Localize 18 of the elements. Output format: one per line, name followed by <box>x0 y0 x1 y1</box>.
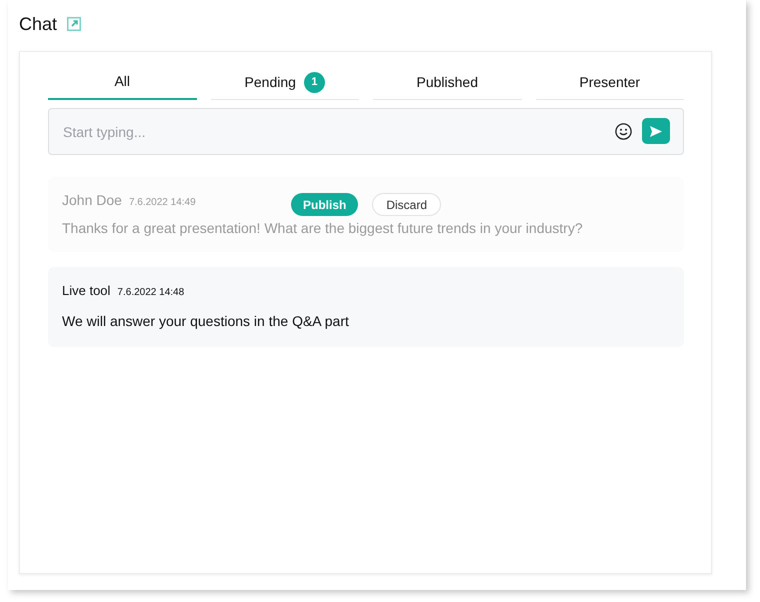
author-name: John Doe <box>62 191 122 210</box>
send-icon <box>650 126 662 136</box>
message-text: We will answer your questions in the Q&A part <box>62 312 350 331</box>
message-time: 7.6.2022 14:48 <box>117 286 184 300</box>
emoji-icon[interactable] <box>615 122 632 140</box>
tab[interactable]: Published <box>373 71 522 100</box>
tab[interactable]: Presenter <box>536 71 684 100</box>
discard-button[interactable]: Discard <box>372 193 442 216</box>
message-time: 7.6.2022 14:49 <box>128 196 196 210</box>
tab[interactable]: Pending 1 <box>210 71 359 100</box>
tab[interactable]: All <box>48 71 196 100</box>
message-input[interactable]: Start typing... <box>48 108 684 155</box>
author-name: Live tool <box>62 282 110 300</box>
external-link-icon[interactable] <box>67 17 82 31</box>
message-text: Thanks for a great presentation! What are the biggest future trends in your industry? <box>62 219 584 238</box>
count-badge: 1 <box>304 72 325 92</box>
page-title: Chat <box>19 12 58 36</box>
send-button[interactable] <box>642 118 670 144</box>
